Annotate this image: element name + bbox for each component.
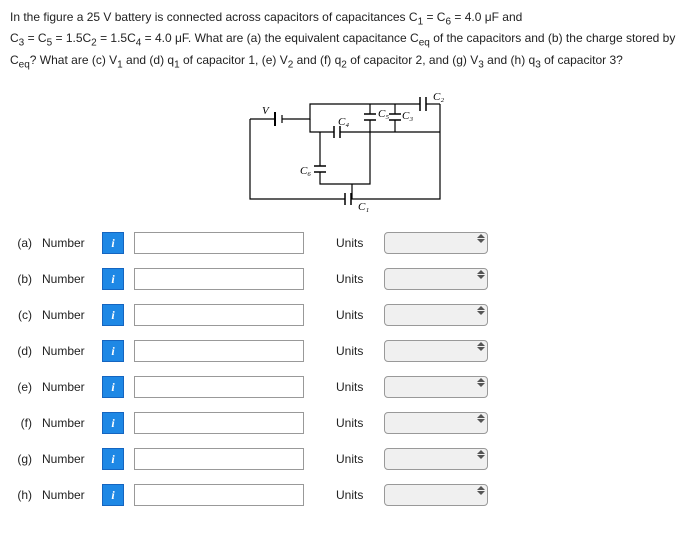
units-select-c[interactable] [384,304,488,326]
units-label: Units [336,344,374,358]
number-label: Number [42,272,92,286]
units-label: Units [336,308,374,322]
label-C3: C₃ [402,110,413,122]
info-icon[interactable]: i [102,268,124,290]
info-icon[interactable]: i [102,340,124,362]
units-select-f[interactable] [384,412,488,434]
units-select-d[interactable] [384,340,488,362]
number-input-a[interactable] [134,232,304,254]
answer-rows: (a) Number i Units (b) Number i Units (c… [10,232,690,506]
number-label: Number [42,488,92,502]
row-a: (a) Number i Units [10,232,690,254]
label-V: V [262,105,270,117]
info-icon[interactable]: i [102,484,124,506]
row-c: (c) Number i Units [10,304,690,326]
row-b: (b) Number i Units [10,268,690,290]
row-letter: (e) [10,380,32,394]
units-label: Units [336,236,374,250]
info-icon[interactable]: i [102,304,124,326]
number-input-c[interactable] [134,304,304,326]
label-C1: C₁ [358,201,369,213]
row-letter: (b) [10,272,32,286]
info-icon[interactable]: i [102,232,124,254]
units-label: Units [336,272,374,286]
units-label: Units [336,452,374,466]
number-input-e[interactable] [134,376,304,398]
number-input-d[interactable] [134,340,304,362]
row-h: (h) Number i Units [10,484,690,506]
number-input-b[interactable] [134,268,304,290]
number-label: Number [42,308,92,322]
row-letter: (g) [10,452,32,466]
number-label: Number [42,380,92,394]
row-f: (f) Number i Units [10,412,690,434]
label-C2: C₂ [433,91,444,103]
units-select-a[interactable] [384,232,488,254]
row-letter: (d) [10,344,32,358]
units-label: Units [336,416,374,430]
units-label: Units [336,488,374,502]
row-letter: (f) [10,416,32,430]
row-letter: (h) [10,488,32,502]
number-label: Number [42,452,92,466]
number-label: Number [42,236,92,250]
label-C6: C₆ [300,165,311,177]
units-select-b[interactable] [384,268,488,290]
number-input-f[interactable] [134,412,304,434]
number-input-h[interactable] [134,484,304,506]
number-label: Number [42,416,92,430]
row-e: (e) Number i Units [10,376,690,398]
units-select-h[interactable] [384,484,488,506]
info-icon[interactable]: i [102,412,124,434]
label-C4: C₄ [338,116,349,128]
units-select-e[interactable] [384,376,488,398]
info-icon[interactable]: i [102,448,124,470]
label-C5: C₅ [378,108,389,120]
info-icon[interactable]: i [102,376,124,398]
row-d: (d) Number i Units [10,340,690,362]
number-label: Number [42,344,92,358]
question-text: In the figure a 25 V battery is connecte… [10,8,690,72]
row-letter: (a) [10,236,32,250]
circuit-figure: V C₁ C₂ C₃ C₄ C₅ C₆ [10,84,690,214]
row-g: (g) Number i Units [10,448,690,470]
units-label: Units [336,380,374,394]
row-letter: (c) [10,308,32,322]
number-input-g[interactable] [134,448,304,470]
units-select-g[interactable] [384,448,488,470]
